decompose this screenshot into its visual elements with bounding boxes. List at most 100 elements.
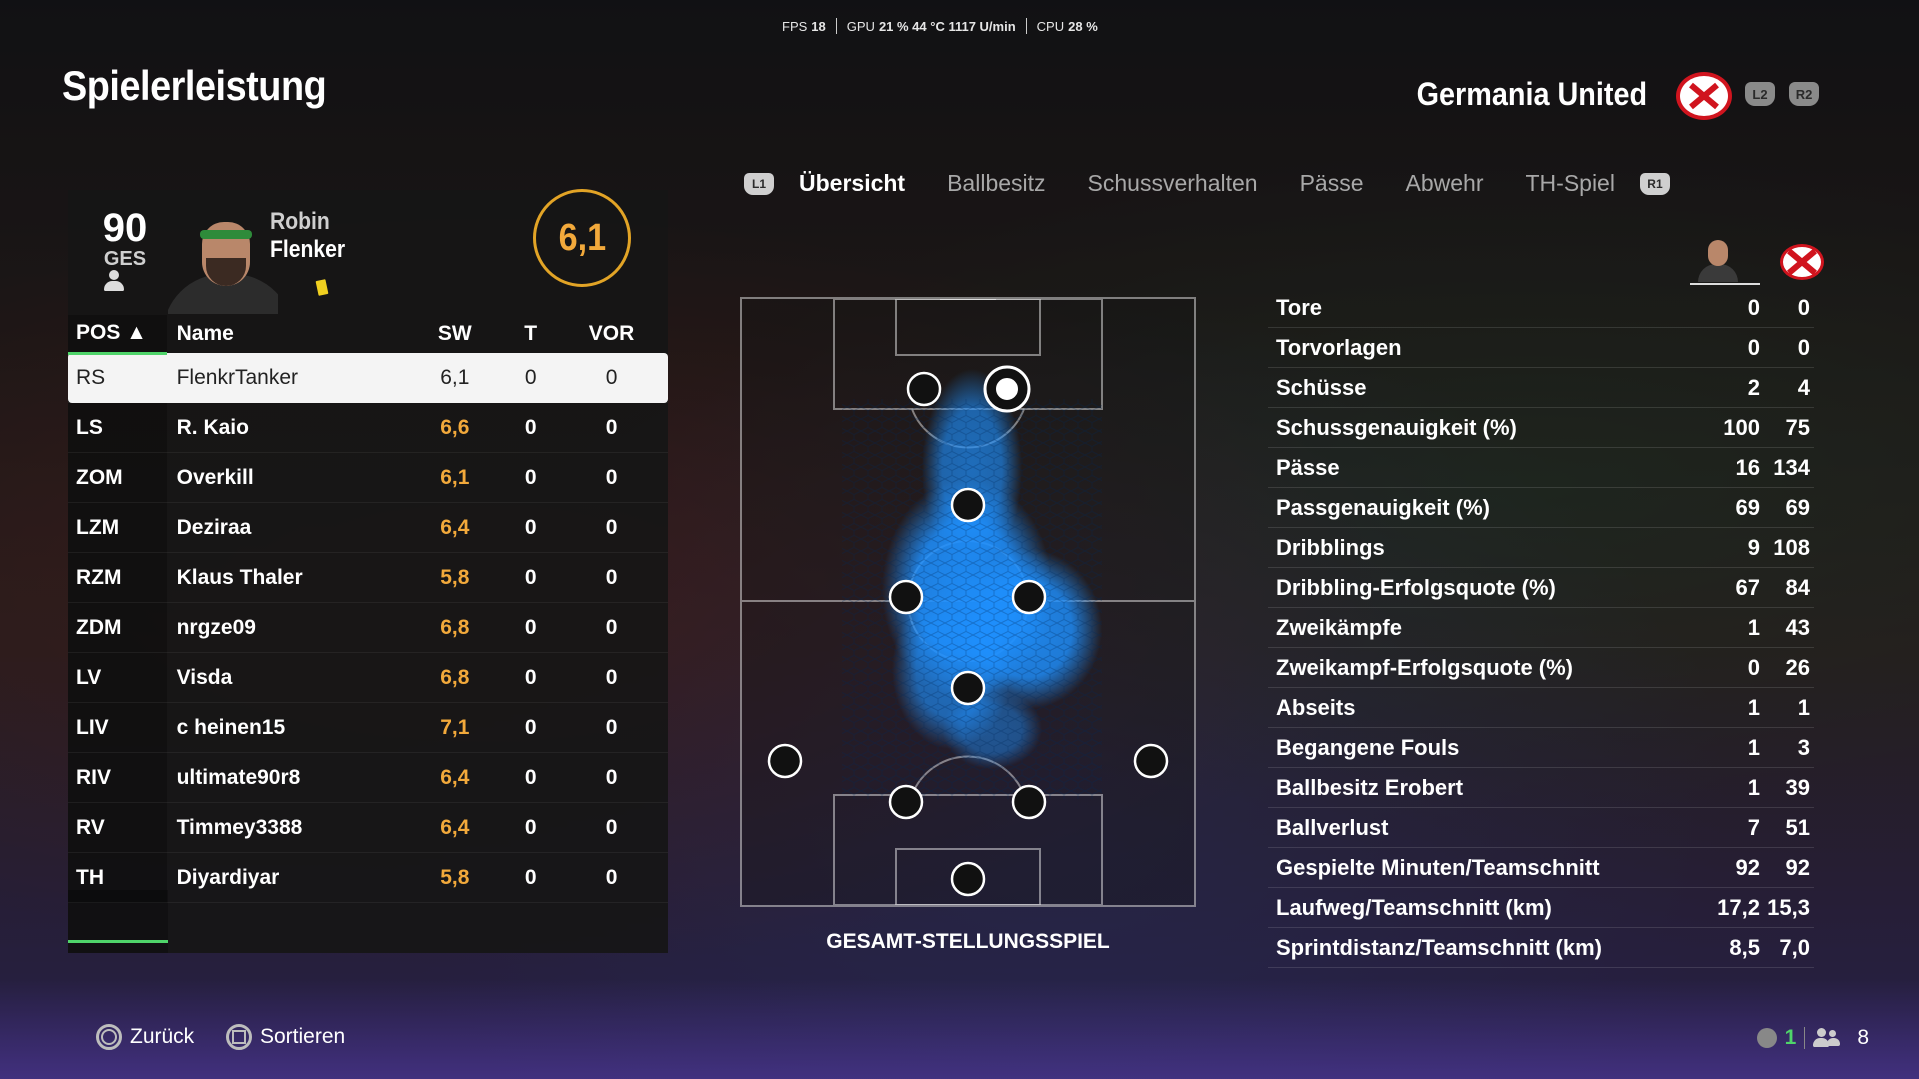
table-row[interactable]: ZDM nrgze09 6,8 0 0 bbox=[68, 602, 668, 653]
name-cell: FlenkrTanker bbox=[166, 353, 404, 403]
table-row[interactable]: LV Visda 6,8 0 0 bbox=[68, 652, 668, 703]
stats-list: Tore 0 0 Torvorlagen 0 0 Schüsse 2 4 Schussgenaui… bbox=[1268, 288, 1814, 968]
stat-player-value: 100 bbox=[1723, 414, 1760, 440]
position-dot bbox=[950, 487, 986, 523]
r2-button[interactable]: R2 bbox=[1789, 82, 1819, 106]
name-cell: Diyardiyar bbox=[166, 852, 404, 903]
stat-label: Ballverlust bbox=[1276, 814, 1389, 840]
stat-label: Dribbling-Erfolgsquote (%) bbox=[1276, 574, 1556, 600]
assists-column-header[interactable]: VOR bbox=[555, 315, 668, 353]
assists-cell: 0 bbox=[555, 802, 668, 853]
stat-row: Dribblings 9 108 bbox=[1268, 528, 1814, 568]
rating-cell: 6,8 bbox=[403, 652, 507, 703]
tab-th-spiel[interactable]: TH-Spiel bbox=[1526, 170, 1615, 197]
fps-value: 18 bbox=[811, 18, 826, 34]
stat-row: Schüsse 2 4 bbox=[1268, 368, 1814, 408]
goals-cell: 0 bbox=[506, 452, 556, 503]
stat-team-value: 1 bbox=[1797, 694, 1810, 720]
tab-uebersicht[interactable]: Übersicht bbox=[799, 170, 905, 197]
table-header-row: POS ▲ Name SW T VOR bbox=[68, 315, 668, 355]
position-dot bbox=[1011, 784, 1047, 820]
player-count: 8 bbox=[1857, 1026, 1869, 1049]
table-row[interactable]: ZOM Overkill 6,1 0 0 bbox=[68, 452, 668, 503]
position-cell: ZOM bbox=[68, 452, 167, 503]
stat-team-value: 75 bbox=[1785, 414, 1810, 440]
assists-cell: 0 bbox=[555, 552, 668, 603]
rating-cell: 6,4 bbox=[403, 752, 507, 803]
stat-team-value: 3 bbox=[1797, 734, 1810, 760]
goals-column-header[interactable]: T bbox=[506, 315, 555, 353]
r1-button[interactable]: R1 bbox=[1639, 172, 1670, 195]
connection-count: 1 bbox=[1784, 1026, 1797, 1049]
player-last-name: Flenker bbox=[270, 236, 346, 263]
stat-player-value: 0 bbox=[1747, 334, 1760, 360]
stat-player-value: 1 bbox=[1747, 774, 1760, 800]
table-row[interactable]: RV Timmey3388 6,4 0 0 bbox=[68, 802, 668, 853]
back-button[interactable]: Zurück bbox=[96, 1024, 194, 1050]
scroll-indicator bbox=[68, 940, 168, 943]
stat-row: Schussgenauigkeit (%) 100 75 bbox=[1268, 408, 1814, 448]
stat-row: Dribbling-Erfolgsquote (%) 67 84 bbox=[1268, 568, 1814, 608]
name-column-header[interactable]: Name bbox=[167, 315, 404, 353]
l2-button[interactable]: L2 bbox=[1745, 82, 1775, 106]
name-cell: Overkill bbox=[166, 452, 404, 503]
stat-player-value: 9 bbox=[1747, 534, 1760, 560]
position-cell: RV bbox=[68, 802, 167, 853]
match-rating-value: 6,1 bbox=[558, 216, 606, 259]
position-cell: ZDM bbox=[68, 602, 167, 653]
network-icon bbox=[1756, 1028, 1777, 1048]
stat-label: Tore bbox=[1276, 294, 1323, 320]
heatmap-area bbox=[842, 369, 1102, 799]
stat-player-value: 0 bbox=[1747, 294, 1760, 320]
goals-cell: 0 bbox=[506, 552, 556, 603]
goals-cell: 0 bbox=[506, 752, 556, 803]
divider bbox=[1804, 1027, 1806, 1049]
stat-player-value: 8,5 bbox=[1729, 934, 1760, 960]
table-row[interactable]: LZM Deziraa 6,4 0 0 bbox=[68, 502, 668, 553]
stat-team-value: 0 bbox=[1797, 334, 1810, 360]
goals-cell: 0 bbox=[506, 502, 556, 553]
table-row[interactable]: RZM Klaus Thaler 5,8 0 0 bbox=[68, 552, 668, 603]
stat-label: Zweikämpfe bbox=[1276, 614, 1402, 640]
match-rating-ring: 6,1 bbox=[533, 189, 631, 287]
stat-team-value: 51 bbox=[1785, 814, 1810, 840]
pos-column-header[interactable]: POS ▲ bbox=[68, 315, 167, 355]
name-cell: nrgze09 bbox=[166, 602, 404, 653]
stat-label: Zweikampf-Erfolgsquote (%) bbox=[1276, 654, 1574, 680]
stat-label: Abseits bbox=[1276, 694, 1356, 720]
avatar-underline bbox=[1690, 283, 1760, 285]
tab-ballbesitz[interactable]: Ballbesitz bbox=[947, 170, 1045, 197]
name-cell: Deziraa bbox=[166, 502, 404, 553]
stat-player-value: 1 bbox=[1747, 614, 1760, 640]
stat-label: Torvorlagen bbox=[1276, 334, 1402, 360]
gpu-value: 21 % 44 °C 1117 U/min bbox=[878, 18, 1016, 34]
goals-cell: 0 bbox=[506, 702, 556, 753]
rating-cell: 7,1 bbox=[403, 702, 507, 753]
assists-cell: 0 bbox=[555, 752, 668, 803]
stat-label: Gespielte Minuten/Teamschnitt bbox=[1276, 854, 1600, 880]
table-row[interactable]: LIV c heinen15 7,1 0 0 bbox=[68, 702, 668, 753]
assists-cell: 0 bbox=[555, 852, 668, 903]
tab-abwehr[interactable]: Abwehr bbox=[1406, 170, 1484, 197]
position-cell: TH bbox=[68, 852, 167, 903]
table-row[interactable]: TH Diyardiyar 5,8 0 0 bbox=[68, 852, 668, 903]
tab-paesse[interactable]: Pässe bbox=[1300, 170, 1364, 197]
table-row[interactable]: RS FlenkrTanker 6,1 0 0 bbox=[68, 353, 668, 403]
rating-cell: 6,1 bbox=[403, 452, 507, 503]
l1-button[interactable]: L1 bbox=[744, 172, 774, 195]
tab-schussverhalten[interactable]: Schussverhalten bbox=[1088, 170, 1258, 197]
rating-cell: 6,1 bbox=[403, 353, 507, 403]
rating-column-header[interactable]: SW bbox=[403, 315, 506, 353]
stat-label: Begangene Fouls bbox=[1276, 734, 1460, 760]
position-cell: LS bbox=[68, 402, 167, 453]
player-table: POS ▲ Name SW T VOR RS FlenkrTanker 6,1 0 0 L… bbox=[68, 315, 668, 903]
lobby-status: 1 8 bbox=[1756, 1026, 1869, 1050]
table-row[interactable]: LS R. Kaio 6,6 0 0 bbox=[68, 402, 668, 453]
stat-team-value: 92 bbox=[1785, 854, 1810, 880]
overall-rating: 90 GES bbox=[90, 208, 160, 271]
stat-team-value: 0 bbox=[1797, 294, 1810, 320]
sort-button[interactable]: Sortieren bbox=[226, 1024, 345, 1050]
stat-team-value: 69 bbox=[1785, 494, 1810, 520]
table-row[interactable]: RIV ultimate90r8 6,4 0 0 bbox=[68, 752, 668, 803]
player-avatar bbox=[1698, 238, 1738, 282]
